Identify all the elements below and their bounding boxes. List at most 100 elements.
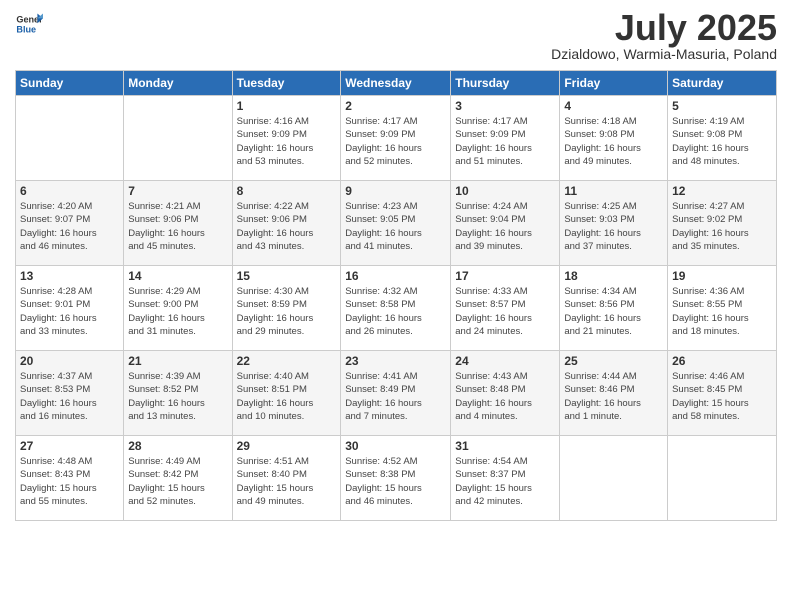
col-monday: Monday	[124, 71, 232, 96]
day-number: 2	[345, 99, 446, 113]
title-block: July 2025 Dzialdowo, Warmia-Masuria, Pol…	[551, 10, 777, 62]
day-number: 19	[672, 269, 772, 283]
day-info: Sunrise: 4:20 AM Sunset: 9:07 PM Dayligh…	[20, 200, 119, 253]
day-info: Sunrise: 4:48 AM Sunset: 8:43 PM Dayligh…	[20, 455, 119, 508]
day-number: 10	[455, 184, 555, 198]
calendar-cell: 9 Sunrise: 4:23 AM Sunset: 9:05 PM Daylig…	[341, 181, 451, 266]
day-number: 21	[128, 354, 227, 368]
day-number: 11	[564, 184, 663, 198]
day-number: 29	[237, 439, 337, 453]
day-info: Sunrise: 4:54 AM Sunset: 8:37 PM Dayligh…	[455, 455, 555, 508]
day-number: 5	[672, 99, 772, 113]
day-info: Sunrise: 4:52 AM Sunset: 8:38 PM Dayligh…	[345, 455, 446, 508]
day-number: 14	[128, 269, 227, 283]
day-number: 20	[20, 354, 119, 368]
calendar-cell: 29 Sunrise: 4:51 AM Sunset: 8:40 PM Dayli…	[232, 436, 341, 521]
calendar-cell: 31Sunrise: 4:54 AM Sunset: 8:37 PM Dayli…	[451, 436, 560, 521]
logo: General Blue	[15, 10, 47, 38]
day-info: Sunrise: 4:49 AM Sunset: 8:42 PM Dayligh…	[128, 455, 227, 508]
calendar-cell: 21 Sunrise: 4:39 AM Sunset: 8:52 PM Dayli…	[124, 351, 232, 436]
col-wednesday: Wednesday	[341, 71, 451, 96]
day-info: Sunrise: 4:30 AM Sunset: 8:59 PM Dayligh…	[237, 285, 337, 338]
calendar-cell: 7Sunrise: 4:21 AM Sunset: 9:06 PM Daylig…	[124, 181, 232, 266]
calendar-cell: 25 Sunrise: 4:44 AM Sunset: 8:46 PM Dayli…	[560, 351, 668, 436]
day-info: Sunrise: 4:39 AM Sunset: 8:52 PM Dayligh…	[128, 370, 227, 423]
day-info: Sunrise: 4:41 AM Sunset: 8:49 PM Dayligh…	[345, 370, 446, 423]
calendar-cell	[16, 96, 124, 181]
day-number: 18	[564, 269, 663, 283]
day-info: Sunrise: 4:29 AM Sunset: 9:00 PM Dayligh…	[128, 285, 227, 338]
day-number: 13	[20, 269, 119, 283]
calendar-cell: 8 Sunrise: 4:22 AM Sunset: 9:06 PM Daylig…	[232, 181, 341, 266]
day-number: 25	[564, 354, 663, 368]
calendar-cell: 24Sunrise: 4:43 AM Sunset: 8:48 PM Dayli…	[451, 351, 560, 436]
calendar-cell	[124, 96, 232, 181]
day-number: 23	[345, 354, 446, 368]
calendar-cell: 26 Sunrise: 4:46 AM Sunset: 8:45 PM Dayli…	[668, 351, 777, 436]
calendar-cell: 5 Sunrise: 4:19 AM Sunset: 9:08 PM Daylig…	[668, 96, 777, 181]
calendar-header-row: Sunday Monday Tuesday Wednesday Thursday…	[16, 71, 777, 96]
calendar-week-row: 1Sunrise: 4:16 AM Sunset: 9:09 PM Daylig…	[16, 96, 777, 181]
day-info: Sunrise: 4:33 AM Sunset: 8:57 PM Dayligh…	[455, 285, 555, 338]
calendar-cell: 13 Sunrise: 4:28 AM Sunset: 9:01 PM Dayli…	[16, 266, 124, 351]
calendar-cell: 1Sunrise: 4:16 AM Sunset: 9:09 PM Daylig…	[232, 96, 341, 181]
calendar-cell: 23 Sunrise: 4:41 AM Sunset: 8:49 PM Dayli…	[341, 351, 451, 436]
svg-text:Blue: Blue	[16, 24, 36, 34]
day-number: 8	[237, 184, 337, 198]
day-number: 3	[455, 99, 555, 113]
day-info: Sunrise: 4:32 AM Sunset: 8:58 PM Dayligh…	[345, 285, 446, 338]
col-tuesday: Tuesday	[232, 71, 341, 96]
calendar-cell: 17Sunrise: 4:33 AM Sunset: 8:57 PM Dayli…	[451, 266, 560, 351]
calendar-cell: 19Sunrise: 4:36 AM Sunset: 8:55 PM Dayli…	[668, 266, 777, 351]
month-title: July 2025	[551, 10, 777, 46]
calendar-cell: 6Sunrise: 4:20 AM Sunset: 9:07 PM Daylig…	[16, 181, 124, 266]
col-thursday: Thursday	[451, 71, 560, 96]
header: General Blue July 2025 Dzialdowo, Warmia…	[15, 10, 777, 62]
day-number: 12	[672, 184, 772, 198]
col-sunday: Sunday	[16, 71, 124, 96]
day-info: Sunrise: 4:25 AM Sunset: 9:03 PM Dayligh…	[564, 200, 663, 253]
day-number: 16	[345, 269, 446, 283]
calendar-cell: 12 Sunrise: 4:27 AM Sunset: 9:02 PM Dayli…	[668, 181, 777, 266]
day-info: Sunrise: 4:24 AM Sunset: 9:04 PM Dayligh…	[455, 200, 555, 253]
day-number: 30	[345, 439, 446, 453]
day-info: Sunrise: 4:27 AM Sunset: 9:02 PM Dayligh…	[672, 200, 772, 253]
calendar-cell: 3 Sunrise: 4:17 AM Sunset: 9:09 PM Daylig…	[451, 96, 560, 181]
day-number: 1	[237, 99, 337, 113]
calendar-cell: 2 Sunrise: 4:17 AM Sunset: 9:09 PM Daylig…	[341, 96, 451, 181]
day-info: Sunrise: 4:34 AM Sunset: 8:56 PM Dayligh…	[564, 285, 663, 338]
calendar-cell: 22Sunrise: 4:40 AM Sunset: 8:51 PM Dayli…	[232, 351, 341, 436]
day-info: Sunrise: 4:23 AM Sunset: 9:05 PM Dayligh…	[345, 200, 446, 253]
logo-icon: General Blue	[15, 10, 43, 38]
page: General Blue July 2025 Dzialdowo, Warmia…	[0, 0, 792, 612]
day-info: Sunrise: 4:19 AM Sunset: 9:08 PM Dayligh…	[672, 115, 772, 168]
calendar-cell: 27Sunrise: 4:48 AM Sunset: 8:43 PM Dayli…	[16, 436, 124, 521]
calendar-cell: 11 Sunrise: 4:25 AM Sunset: 9:03 PM Dayli…	[560, 181, 668, 266]
calendar-table: Sunday Monday Tuesday Wednesday Thursday…	[15, 70, 777, 521]
day-info: Sunrise: 4:17 AM Sunset: 9:09 PM Dayligh…	[345, 115, 446, 168]
calendar-cell: 10 Sunrise: 4:24 AM Sunset: 9:04 PM Dayli…	[451, 181, 560, 266]
calendar-cell	[560, 436, 668, 521]
day-info: Sunrise: 4:28 AM Sunset: 9:01 PM Dayligh…	[20, 285, 119, 338]
day-info: Sunrise: 4:22 AM Sunset: 9:06 PM Dayligh…	[237, 200, 337, 253]
day-info: Sunrise: 4:21 AM Sunset: 9:06 PM Dayligh…	[128, 200, 227, 253]
day-number: 26	[672, 354, 772, 368]
calendar-cell	[668, 436, 777, 521]
day-info: Sunrise: 4:44 AM Sunset: 8:46 PM Dayligh…	[564, 370, 663, 423]
day-info: Sunrise: 4:43 AM Sunset: 8:48 PM Dayligh…	[455, 370, 555, 423]
calendar-week-row: 13 Sunrise: 4:28 AM Sunset: 9:01 PM Dayli…	[16, 266, 777, 351]
day-info: Sunrise: 4:18 AM Sunset: 9:08 PM Dayligh…	[564, 115, 663, 168]
col-saturday: Saturday	[668, 71, 777, 96]
calendar-week-row: 6Sunrise: 4:20 AM Sunset: 9:07 PM Daylig…	[16, 181, 777, 266]
calendar-cell: 18 Sunrise: 4:34 AM Sunset: 8:56 PM Dayli…	[560, 266, 668, 351]
day-info: Sunrise: 4:46 AM Sunset: 8:45 PM Dayligh…	[672, 370, 772, 423]
location-subtitle: Dzialdowo, Warmia-Masuria, Poland	[551, 46, 777, 62]
calendar-cell: 28Sunrise: 4:49 AM Sunset: 8:42 PM Dayli…	[124, 436, 232, 521]
day-number: 4	[564, 99, 663, 113]
day-info: Sunrise: 4:51 AM Sunset: 8:40 PM Dayligh…	[237, 455, 337, 508]
day-info: Sunrise: 4:17 AM Sunset: 9:09 PM Dayligh…	[455, 115, 555, 168]
day-info: Sunrise: 4:37 AM Sunset: 8:53 PM Dayligh…	[20, 370, 119, 423]
day-number: 9	[345, 184, 446, 198]
calendar-week-row: 27Sunrise: 4:48 AM Sunset: 8:43 PM Dayli…	[16, 436, 777, 521]
day-number: 22	[237, 354, 337, 368]
